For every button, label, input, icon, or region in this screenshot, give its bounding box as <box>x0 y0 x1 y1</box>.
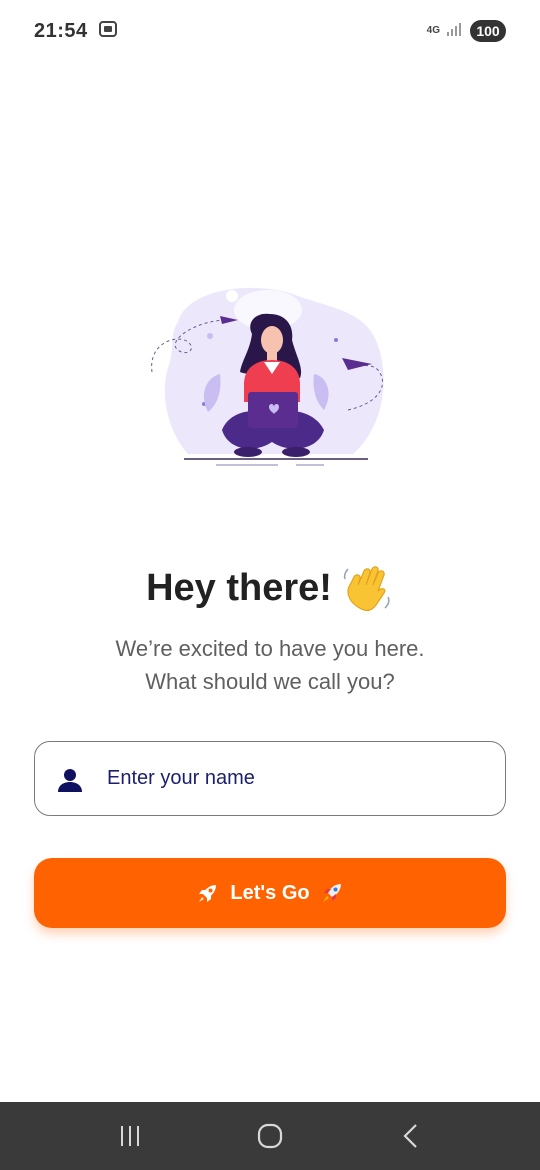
system-nav-bar <box>0 1102 540 1170</box>
signal-icon <box>446 21 464 42</box>
back-button[interactable] <box>380 1106 440 1166</box>
name-field[interactable] <box>34 741 506 816</box>
name-input[interactable] <box>107 742 487 814</box>
rocket-icon <box>322 884 341 902</box>
welcome-screen: 21:54 4G 100 Hey there! We’re excited to… <box>0 0 540 1170</box>
recent-apps-icon <box>121 1126 139 1146</box>
page-title: Hey there! <box>146 566 332 609</box>
title-row: Hey there! <box>0 560 540 616</box>
status-bar: 21:54 4G 100 <box>0 0 540 62</box>
waving-hand-icon <box>343 566 390 612</box>
status-time: 21:54 <box>34 19 88 42</box>
lets-go-button[interactable]: Let's Go <box>34 858 506 928</box>
battery-badge: 100 <box>470 20 506 42</box>
recent-apps-button[interactable] <box>100 1106 160 1166</box>
home-button[interactable] <box>240 1106 300 1166</box>
welcome-illustration <box>151 287 384 466</box>
person-icon <box>58 769 82 792</box>
subtitle: We’re excited to have you here. What sho… <box>0 632 540 698</box>
subtitle-line-2: What should we call you? <box>145 669 395 694</box>
subtitle-line-1: We’re excited to have you here. <box>115 636 425 661</box>
lets-go-label: Let's Go <box>230 881 310 904</box>
network-type: 4G <box>426 25 440 36</box>
back-icon <box>403 1124 417 1148</box>
status-left: 21:54 <box>34 19 118 44</box>
rocket-icon <box>199 885 217 902</box>
home-icon <box>257 1123 283 1149</box>
screenshot-icon <box>98 19 118 44</box>
status-right: 4G 100 <box>427 20 506 42</box>
